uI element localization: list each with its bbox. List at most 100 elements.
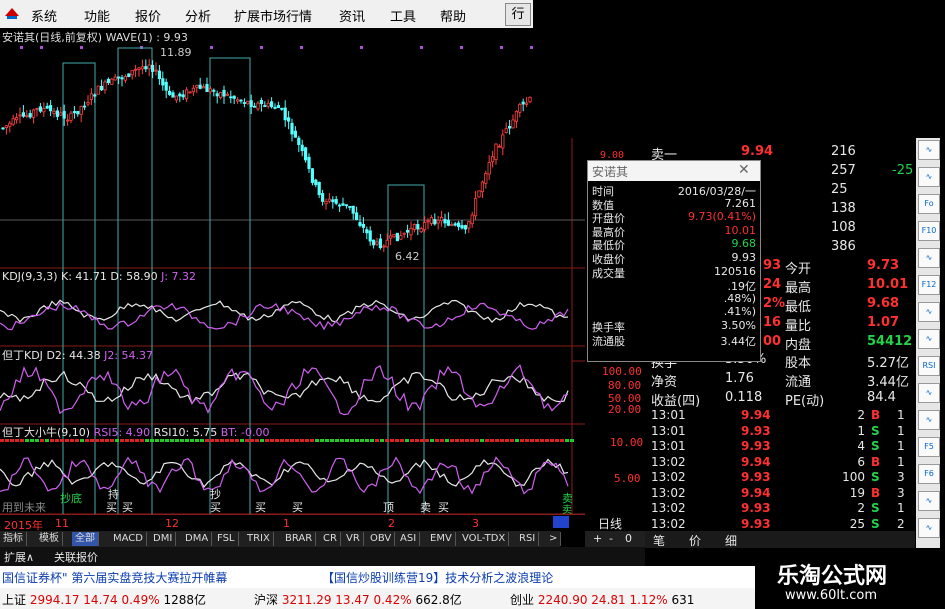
tick-volume: 100: [842, 470, 865, 484]
menu-system[interactable]: 系统: [31, 6, 57, 25]
index-item[interactable]: 沪深 3211.29 13.47 0.42% 662.8亿: [254, 591, 462, 608]
scale-label-80: 80.00: [608, 379, 642, 392]
tick-row: 13:02 9.94 6 B 1: [645, 455, 915, 470]
tab-template[interactable]: 模板: [36, 532, 63, 546]
news-item[interactable]: 国信证券杯" 第六届实盘竞技大赛拉开帷幕: [2, 569, 227, 586]
tab-asi[interactable]: ASI: [397, 532, 421, 546]
toolbar-rsi-icon[interactable]: RSI: [918, 356, 940, 376]
toolbar-f10-icon[interactable]: F10: [918, 221, 940, 241]
signal-cell: [420, 439, 424, 442]
quote-mode-button[interactable]: 行: [505, 3, 531, 26]
tick-price: 9.93: [741, 423, 771, 438]
menu-tools[interactable]: 工具: [390, 6, 416, 25]
tab-macd[interactable]: MACD: [110, 532, 147, 546]
menu-function[interactable]: 功能: [84, 6, 110, 25]
kdj-header: KDJ(9,3,3) K: 41.71 D: 58.90 J: 7.32: [2, 270, 196, 283]
signal-cell: [460, 439, 464, 442]
toolbar-chart-icon[interactable]: ∿: [918, 248, 940, 268]
index-name: 上证: [2, 593, 27, 607]
tab-prices[interactable]: 价: [689, 532, 701, 549]
tab-all[interactable]: 全部: [72, 532, 99, 546]
menu-bar: 系统 功能 报价 分析 扩展市场行情 资讯 工具 帮助 行: [0, 0, 533, 29]
tab-indicator[interactable]: 指标: [0, 532, 27, 546]
signal-cell: [545, 439, 549, 442]
news-ticker: 国信证券杯" 第六届实盘竞技大赛拉开帷幕 【国信炒股训练营19】技术分析之波浪理…: [0, 566, 755, 588]
signal-cell: [500, 439, 504, 442]
signal-cell: [510, 439, 514, 442]
index-item[interactable]: 创业 2240.90 24.81 1.12% 631: [510, 591, 694, 608]
toolbar-chart-icon[interactable]: ∿: [918, 167, 940, 187]
menu-extended-market[interactable]: 扩展市场行情: [234, 6, 312, 25]
tab-cr[interactable]: CR: [320, 532, 341, 546]
x-axis: 2015年 11 12 1 2 3: [0, 514, 585, 532]
tick-count: 3: [897, 485, 905, 500]
toolbar-chart-icon[interactable]: ∿: [918, 518, 940, 538]
stat-left-value: 2%: [763, 296, 786, 311]
signal-cell: [315, 439, 319, 442]
period-label[interactable]: 日线: [598, 515, 622, 532]
tab-rsi[interactable]: RSI: [516, 532, 540, 546]
toolbar-chart-icon[interactable]: ∿: [918, 140, 940, 160]
toolbar-f6-icon[interactable]: F6: [918, 464, 940, 484]
signal-cell: [360, 439, 364, 442]
candle: [188, 91, 192, 94]
tab-trades[interactable]: 笔: [653, 532, 665, 549]
low-price-label: 6.42: [395, 250, 420, 263]
candle: [127, 73, 131, 78]
tab-emv[interactable]: EMV: [427, 532, 456, 546]
zoom-reset-button[interactable]: 0: [625, 532, 632, 545]
rsi10-value: RSI10: 5.75: [153, 426, 218, 439]
menu-analysis[interactable]: 分析: [185, 6, 211, 25]
tab-brar[interactable]: BRAR: [282, 532, 317, 546]
tab-dmi[interactable]: DMI: [150, 532, 177, 546]
stat-left-value: 93: [763, 258, 782, 273]
tab-dma[interactable]: DMA: [182, 532, 213, 546]
index-item[interactable]: 上证 2994.17 14.74 0.49% 1288亿: [2, 591, 206, 608]
tab-obv[interactable]: OBV: [367, 532, 396, 546]
zoom-out-button[interactable]: -: [609, 532, 613, 545]
signal-cell: [455, 439, 459, 442]
toolbar-chart-icon[interactable]: ∿: [918, 383, 940, 403]
candle: [303, 146, 308, 163]
menu-quote[interactable]: 报价: [135, 6, 161, 25]
popup-value: 3.50%: [721, 319, 756, 332]
tab-more[interactable]: >: [546, 532, 562, 546]
menu-news[interactable]: 资讯: [339, 6, 365, 25]
close-icon[interactable]: ✕: [738, 162, 750, 178]
toolbar-fo-icon[interactable]: Fo: [918, 194, 940, 214]
tab-fsl[interactable]: FSL: [214, 532, 239, 546]
signal-cell: [525, 439, 529, 442]
stat-label: 量比: [785, 319, 812, 334]
signal-cell: [410, 439, 414, 442]
toolbar-f5-icon[interactable]: F5: [918, 437, 940, 457]
tick-row: 13:01 9.94 2 B 1: [645, 408, 915, 423]
toolbar-chart-icon[interactable]: ∿: [918, 302, 940, 322]
signal-cell: [490, 439, 494, 442]
tab-vr[interactable]: VR: [343, 532, 364, 546]
popup-value: .41%): [723, 305, 756, 319]
toolbar-f12-icon[interactable]: F12: [918, 275, 940, 295]
toolbar-chart-icon[interactable]: ∿: [918, 410, 940, 430]
news-item[interactable]: 【国信炒股训练营19】技术分析之波浪理论: [322, 569, 553, 586]
signal-cell: [415, 439, 419, 442]
tab-trix[interactable]: TRIX: [244, 532, 274, 546]
stat-left-value: 16: [763, 315, 782, 330]
tick-row: 13:01 9.93 4 S 1: [645, 439, 915, 454]
signal-cell: [320, 439, 324, 442]
tab-related-quote[interactable]: 关联报价: [54, 549, 98, 565]
tab-expand[interactable]: 扩展∧: [4, 549, 34, 565]
tick-row: 13:02 9.93 100 S 3: [645, 470, 915, 485]
signal-cell: [370, 439, 374, 442]
fundamental-label-2: 股本: [785, 356, 812, 371]
menu-help[interactable]: 帮助: [440, 6, 466, 25]
x-label: 12: [165, 517, 179, 530]
toolbar-chart-icon[interactable]: ∿: [918, 491, 940, 511]
tab-vol-tdx[interactable]: VOL-TDX: [459, 532, 510, 546]
zoom-in-button[interactable]: +: [593, 532, 602, 545]
brand-watermark: 乐淘公式网 www.60lt.com: [755, 548, 945, 609]
tab-details[interactable]: 细: [725, 532, 737, 549]
toolbar-chart-icon[interactable]: ∿: [918, 329, 940, 349]
signal-cell: [310, 439, 314, 442]
signal-cell: [280, 439, 284, 442]
signal-cell: [270, 439, 274, 442]
